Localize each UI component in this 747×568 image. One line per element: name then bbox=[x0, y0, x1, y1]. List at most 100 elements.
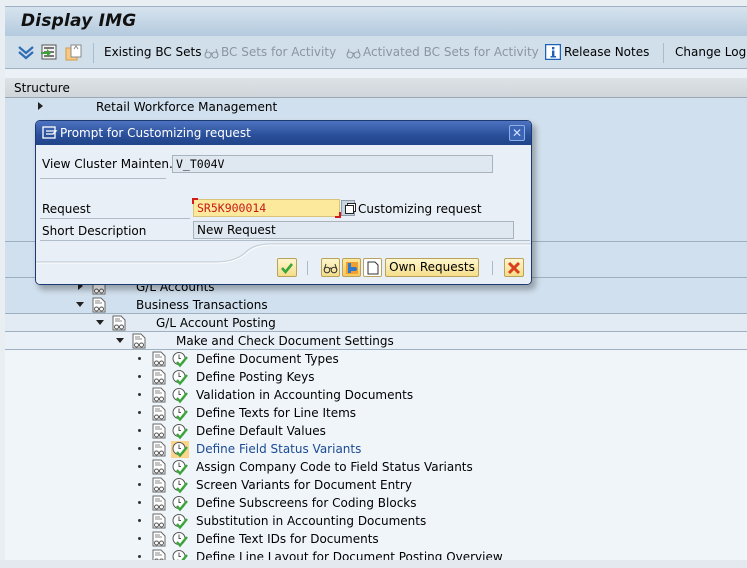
existing-bc-sets-button[interactable]: Existing BC Sets bbox=[104, 45, 202, 59]
glasses-icon bbox=[204, 48, 219, 59]
own-requests-button[interactable]: Own Requests bbox=[385, 258, 479, 277]
transport-icon[interactable] bbox=[65, 43, 83, 61]
bullet-icon bbox=[138, 555, 141, 558]
activity-label: Define Document Types bbox=[196, 352, 339, 366]
close-icon[interactable]: ✕ bbox=[509, 125, 525, 141]
window-title: Display IMG bbox=[21, 11, 137, 31]
bullet-icon bbox=[138, 429, 141, 432]
tree-node[interactable]: G/L Account Posting bbox=[5, 314, 747, 332]
bullet-icon bbox=[138, 465, 141, 468]
activated-bc-sets-button[interactable]: Activated BC Sets for Activity bbox=[363, 45, 539, 59]
documentation-icon[interactable] bbox=[152, 369, 166, 385]
collapse-icon[interactable] bbox=[76, 302, 84, 307]
activity-row[interactable]: Substitution in Accounting Documents bbox=[5, 512, 747, 530]
documentation-icon[interactable] bbox=[152, 405, 166, 421]
change-button[interactable] bbox=[342, 258, 361, 277]
title-bar: Display IMG bbox=[5, 6, 747, 36]
activity-row[interactable]: Define Posting Keys bbox=[5, 368, 747, 386]
bullet-icon bbox=[138, 537, 141, 540]
expand-all-icon[interactable] bbox=[17, 43, 35, 61]
glasses-icon bbox=[346, 48, 361, 59]
info-icon bbox=[545, 44, 561, 60]
tree-node[interactable]: Business Transactions bbox=[5, 296, 747, 314]
documentation-icon[interactable] bbox=[152, 513, 166, 529]
execute-activity-icon[interactable] bbox=[171, 387, 189, 404]
bc-sets-for-activity-button[interactable]: BC Sets for Activity bbox=[221, 45, 336, 59]
bullet-icon bbox=[138, 357, 141, 360]
collapse-icon[interactable] bbox=[96, 320, 104, 325]
documentation-icon[interactable] bbox=[152, 477, 166, 493]
documentation-icon bbox=[112, 315, 126, 331]
change-log-button[interactable]: Change Log bbox=[675, 45, 746, 59]
bullet-icon bbox=[138, 447, 141, 450]
activity-row[interactable]: Define Document Types bbox=[5, 350, 747, 368]
create-request-button[interactable] bbox=[363, 258, 382, 277]
collapse-icon[interactable] bbox=[116, 338, 124, 343]
object-field: V_T004V bbox=[172, 155, 493, 173]
activity-label: Define Default Values bbox=[196, 424, 326, 438]
execute-activity-icon[interactable] bbox=[171, 423, 189, 440]
activity-row[interactable]: Screen Variants for Document Entry bbox=[5, 476, 747, 494]
bullet-icon bbox=[138, 501, 141, 504]
structure-header: Structure bbox=[5, 78, 747, 98]
cancel-icon bbox=[507, 261, 521, 275]
activity-row[interactable]: Define Field Status Variants bbox=[5, 440, 747, 458]
release-notes-button[interactable]: Release Notes bbox=[564, 45, 649, 59]
activity-row[interactable]: Define Texts for Line Items bbox=[5, 404, 747, 422]
execute-activity-icon[interactable] bbox=[171, 531, 189, 548]
bullet-icon bbox=[138, 375, 141, 378]
activity-row[interactable]: Define Subscreens for Coding Blocks bbox=[5, 494, 747, 512]
activity-row[interactable]: Assign Company Code to Field Status Vari… bbox=[5, 458, 747, 476]
request-type: Customizing request bbox=[358, 202, 482, 216]
cancel-button[interactable] bbox=[504, 258, 524, 277]
toolbar-separator bbox=[663, 43, 664, 63]
dialog-title-bar[interactable]: Prompt for Customizing request ✕ bbox=[36, 121, 531, 145]
bullet-icon bbox=[138, 411, 141, 414]
short-description-field[interactable]: New Request bbox=[193, 221, 514, 239]
execute-activity-icon[interactable] bbox=[171, 369, 189, 386]
activity-label: Define Text IDs for Documents bbox=[196, 532, 379, 546]
execute-icon[interactable] bbox=[40, 43, 58, 61]
activity-label: Define Texts for Line Items bbox=[196, 406, 357, 420]
new-document-icon bbox=[367, 261, 378, 275]
confirm-button[interactable] bbox=[277, 258, 297, 277]
execute-activity-icon[interactable] bbox=[171, 495, 189, 512]
toolbar-separator bbox=[93, 43, 94, 63]
execute-activity-icon[interactable] bbox=[171, 513, 189, 530]
expand-icon[interactable] bbox=[38, 102, 43, 110]
documentation-icon[interactable] bbox=[152, 531, 166, 547]
activity-label: Assign Company Code to Field Status Vari… bbox=[196, 460, 473, 474]
tree-node[interactable]: Retail Workforce Management bbox=[5, 98, 747, 116]
execute-activity-icon[interactable] bbox=[171, 441, 189, 458]
activity-label: Substitution in Accounting Documents bbox=[196, 514, 427, 528]
dialog-title: Prompt for Customizing request bbox=[60, 126, 251, 140]
execute-activity-icon[interactable] bbox=[171, 459, 189, 476]
activity-row[interactable]: Validation in Accounting Documents bbox=[5, 386, 747, 404]
documentation-icon[interactable] bbox=[152, 459, 166, 475]
value-help-button[interactable] bbox=[341, 200, 356, 216]
documentation-icon[interactable] bbox=[152, 423, 166, 439]
activity-label: Define Posting Keys bbox=[196, 370, 315, 384]
execute-activity-icon[interactable] bbox=[171, 477, 189, 494]
execute-activity-icon[interactable] bbox=[171, 405, 189, 422]
activity-label: Validation in Accounting Documents bbox=[196, 388, 414, 402]
execute-activity-icon[interactable] bbox=[171, 351, 189, 368]
glasses-icon bbox=[323, 263, 338, 274]
tree-node[interactable]: Make and Check Document Settings bbox=[5, 332, 747, 350]
short-description-label: Short Description bbox=[42, 224, 147, 238]
activity-label: Screen Variants for Document Entry bbox=[196, 478, 412, 492]
prompt-icon bbox=[42, 126, 58, 139]
structure-header-label: Structure bbox=[14, 81, 70, 95]
documentation-icon bbox=[92, 297, 106, 313]
activity-label: Define Subscreens for Coding Blocks bbox=[196, 496, 417, 510]
request-input[interactable]: SR5K900014 bbox=[193, 199, 340, 217]
documentation-icon[interactable] bbox=[152, 441, 166, 457]
sap-window: Display IMG Existing BC Sets BC Sets for… bbox=[0, 0, 747, 568]
documentation-icon[interactable] bbox=[152, 387, 166, 403]
activity-row[interactable]: Define Text IDs for Documents bbox=[5, 530, 747, 548]
activity-row[interactable]: Define Default Values bbox=[5, 422, 747, 440]
customizing-request-dialog: Prompt for Customizing request ✕ View Cl… bbox=[35, 120, 532, 285]
documentation-icon[interactable] bbox=[152, 351, 166, 367]
display-button[interactable] bbox=[321, 258, 340, 277]
documentation-icon[interactable] bbox=[152, 495, 166, 511]
